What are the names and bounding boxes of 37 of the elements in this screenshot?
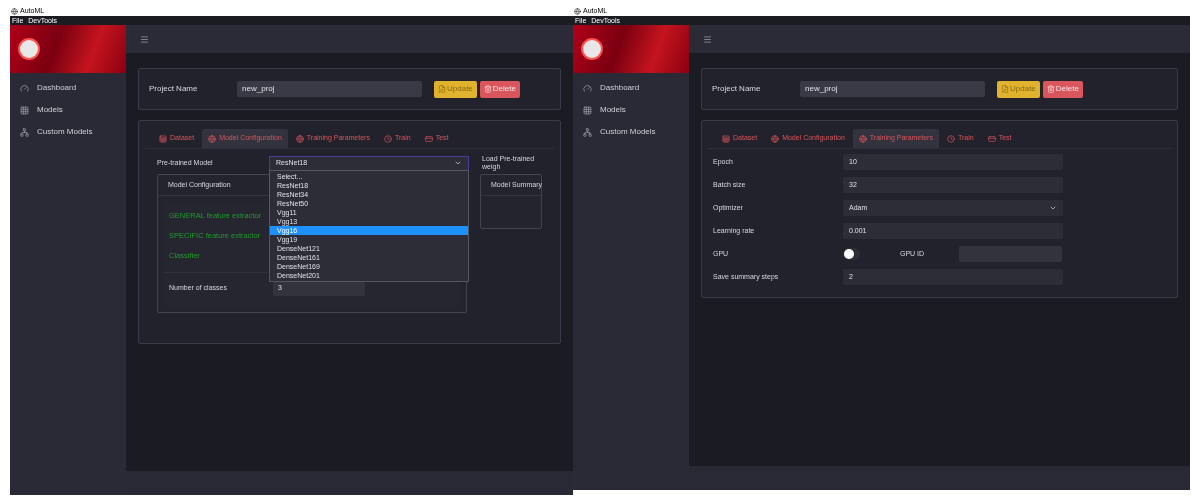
trash-icon <box>1046 85 1055 93</box>
sidebar-item[interactable]: Models <box>573 99 689 121</box>
table-icon <box>722 134 730 143</box>
network-icon <box>583 127 592 137</box>
edit-icon <box>438 85 446 93</box>
gauge-icon <box>583 83 592 93</box>
globe-icon <box>858 134 867 143</box>
edit-icon <box>1001 85 1009 93</box>
sidebar-item[interactable]: Dashboard <box>573 77 689 99</box>
grid-icon <box>583 105 592 115</box>
clock-icon <box>946 134 955 143</box>
globe-icon <box>295 134 304 143</box>
trash-icon <box>483 85 492 93</box>
grid-icon <box>20 105 29 115</box>
field-label: Project Name <box>712 83 762 95</box>
chevron-down-icon <box>1049 204 1057 212</box>
clock-icon <box>383 134 392 143</box>
project-name-field[interactable]: new_proj <box>800 81 985 97</box>
gauge-icon <box>20 83 29 93</box>
table-icon <box>159 134 167 143</box>
network-icon <box>20 127 29 137</box>
sidebar-item[interactable]: Dashboard <box>10 77 126 99</box>
menu-icon[interactable] <box>140 34 149 44</box>
chevron-down-icon <box>454 159 462 167</box>
card-icon <box>987 134 996 143</box>
globe-icon <box>208 134 217 143</box>
sidebar-item[interactable]: Custom Models <box>573 121 689 143</box>
app-icon <box>574 7 581 15</box>
sidebar-item[interactable]: Custom Models <box>10 121 126 143</box>
sidebar-item[interactable]: Models <box>10 99 126 121</box>
globe-icon <box>771 134 780 143</box>
field-label: Project Name <box>149 83 199 95</box>
app-icon <box>11 7 18 15</box>
menu-icon[interactable] <box>703 34 712 44</box>
card-icon <box>424 134 433 143</box>
project-name-field[interactable]: new_proj <box>237 81 422 97</box>
toggle-switch[interactable] <box>843 248 860 260</box>
